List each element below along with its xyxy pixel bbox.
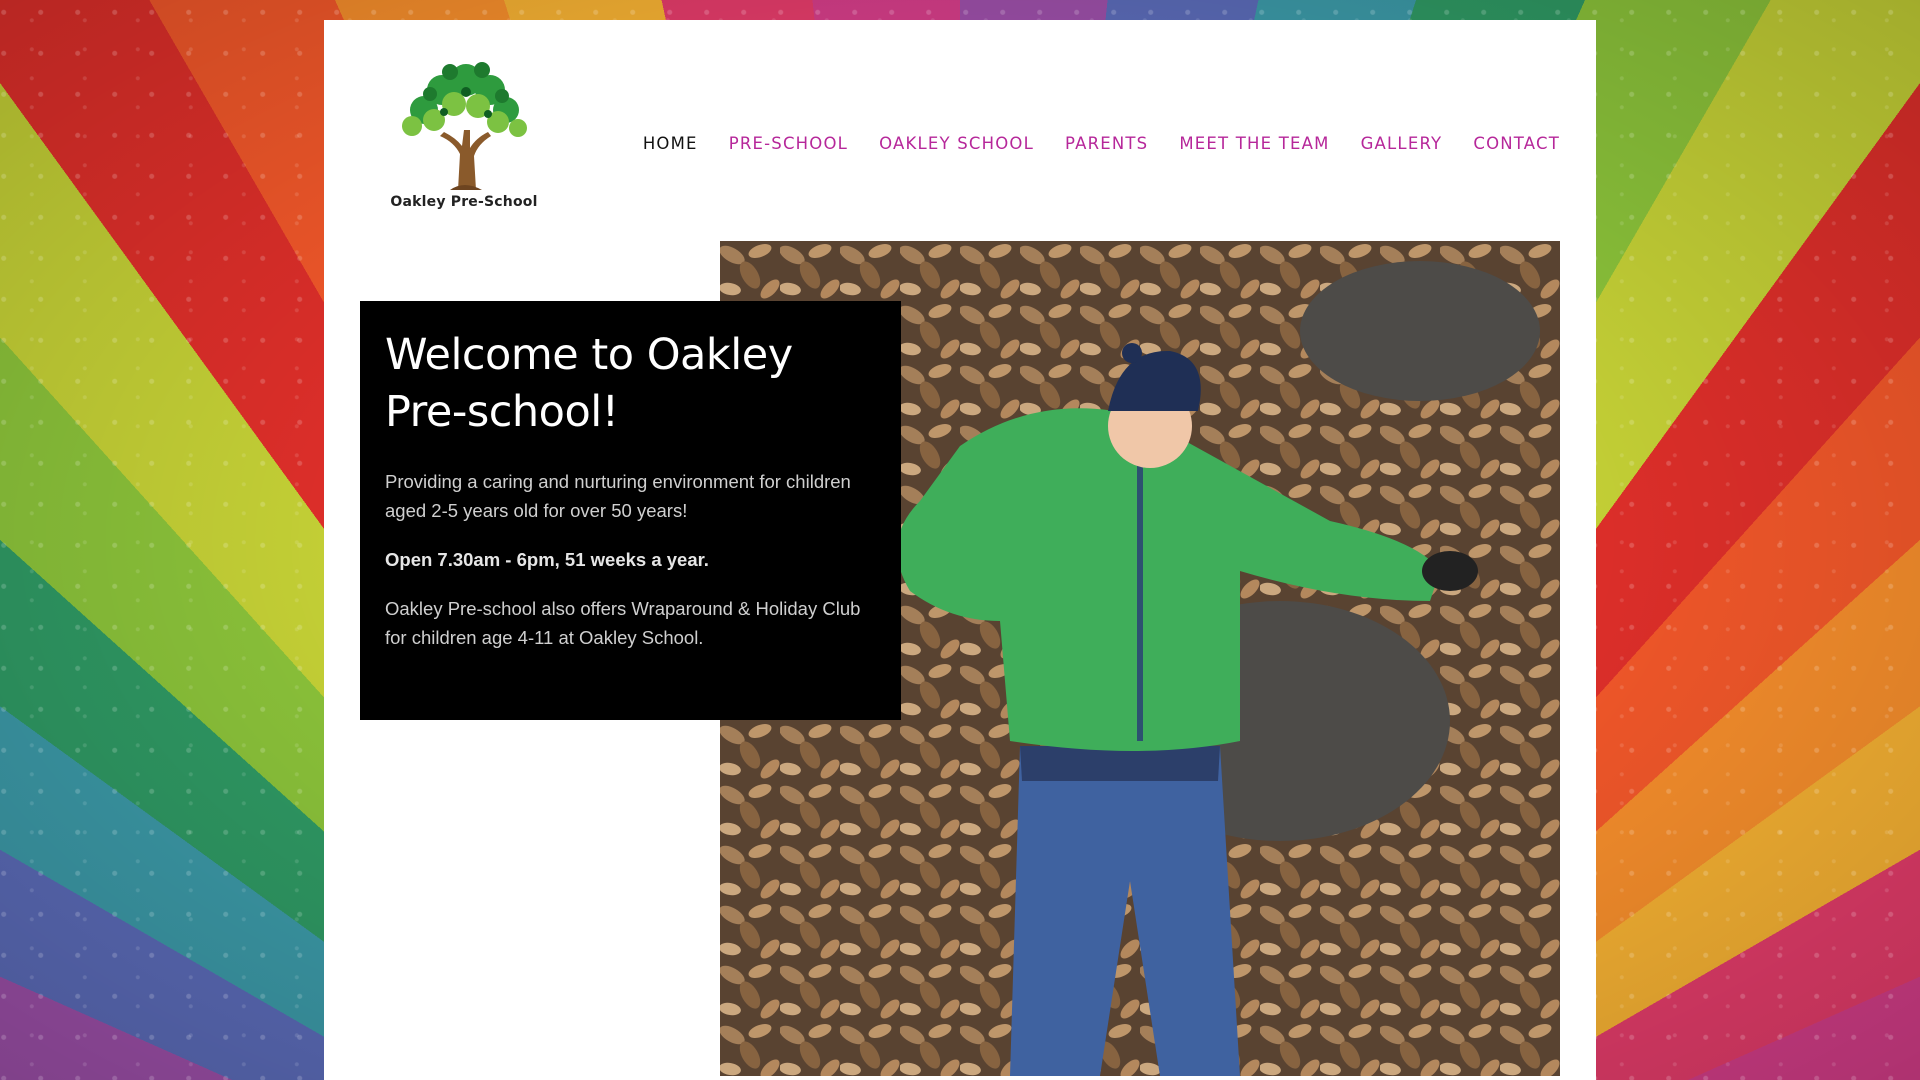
nav-meet-the-team[interactable]: MEET THE TEAM (1179, 134, 1329, 153)
welcome-intro: Providing a caring and nurturing environ… (385, 471, 851, 521)
tree-handprints-icon (402, 62, 527, 190)
welcome-title: Welcome to Oakley Pre-school! (385, 330, 793, 437)
welcome-box: Welcome to Oakley Pre-school! Providing … (360, 301, 901, 720)
opening-hours: Open 7.30am - 6pm, 51 weeks a year. (385, 549, 709, 570)
site-logo[interactable]: Oakley Pre-School (384, 50, 544, 240)
nav-pre-school[interactable]: PRE-SCHOOL (729, 134, 848, 153)
nav-parents[interactable]: PARENTS (1065, 134, 1148, 153)
wraparound-info: Oakley Pre-school also offers Wraparound… (385, 598, 861, 648)
page-panel: Oakley Pre-School HOME PRE-SCHOOL OAKLEY… (324, 20, 1596, 1080)
logo-text: Oakley Pre-School (390, 194, 538, 210)
nav-home[interactable]: HOME (643, 134, 698, 153)
nav-gallery[interactable]: GALLERY (1361, 134, 1443, 153)
nav-oakley-school[interactable]: OAKLEY SCHOOL (879, 134, 1034, 153)
nav-contact[interactable]: CONTACT (1473, 134, 1560, 153)
main-nav: HOME PRE-SCHOOL OAKLEY SCHOOL PARENTS ME… (643, 134, 1560, 153)
